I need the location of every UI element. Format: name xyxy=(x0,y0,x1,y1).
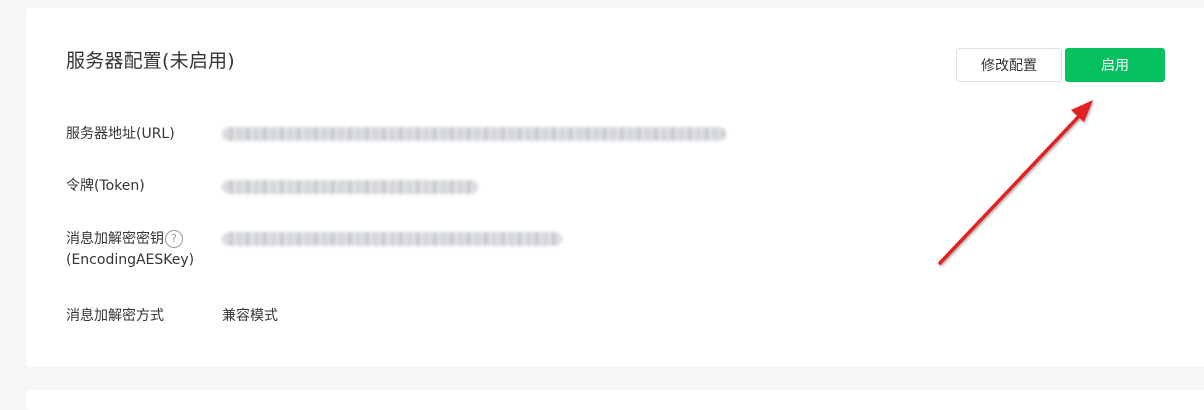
encryption-mode-value: 兼容模式 xyxy=(222,308,278,324)
server-config-card: 服务器配置(未启用) 修改配置 启用 服务器地址(URL) 令牌(Token) … xyxy=(26,8,1204,367)
encoding-aes-key-label: 消息加解密密钥? (EncodingAESKey) xyxy=(66,229,194,271)
token-value-redacted xyxy=(222,180,478,194)
server-url-value-redacted xyxy=(222,127,726,141)
next-card-edge xyxy=(26,390,1204,410)
encoding-aes-key-label-line2: (EncodingAESKey) xyxy=(66,252,195,268)
page-title: 服务器配置(未启用) xyxy=(66,50,235,72)
encryption-mode-label: 消息加解密方式 xyxy=(66,308,164,324)
enable-button[interactable]: 启用 xyxy=(1065,48,1165,82)
modify-config-button[interactable]: 修改配置 xyxy=(956,48,1062,82)
server-url-label: 服务器地址(URL) xyxy=(66,126,175,142)
question-mark-help-icon[interactable]: ? xyxy=(165,230,183,248)
token-label: 令牌(Token) xyxy=(66,178,145,194)
encoding-aes-key-value-redacted xyxy=(222,232,562,246)
encoding-aes-key-label-line1: 消息加解密密钥 xyxy=(66,231,164,247)
